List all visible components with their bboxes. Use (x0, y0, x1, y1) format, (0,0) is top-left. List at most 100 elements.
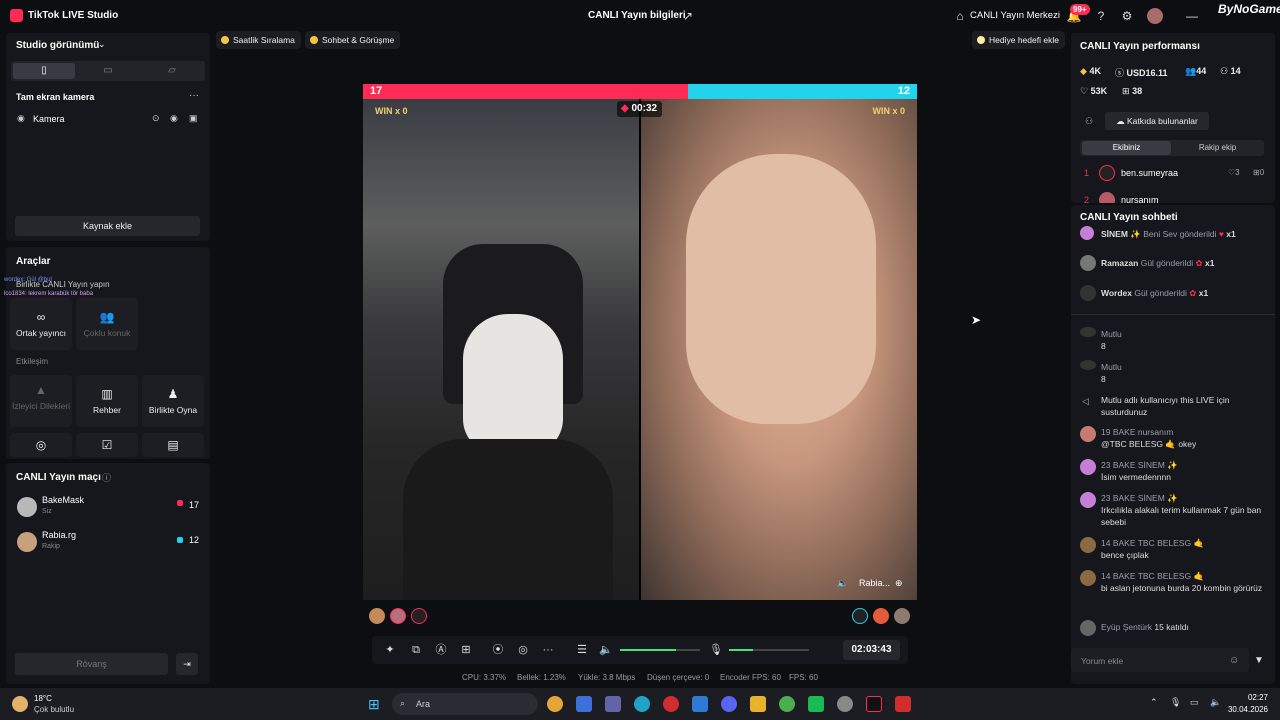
app-icon[interactable] (808, 696, 824, 712)
effects-icon[interactable]: ⧉ (409, 643, 423, 657)
studio-view-title[interactable]: Studio görünümü (16, 40, 99, 51)
chat-meet-pill[interactable]: Sohbet & Görüşme (305, 31, 401, 49)
clock-date[interactable]: 30.04.2026 (1222, 705, 1268, 714)
avatar (17, 497, 37, 517)
guide-label: Rehber (93, 405, 121, 415)
hourly-ranking-pill[interactable]: Saatlik Sıralama (216, 31, 301, 49)
teams-icon[interactable] (605, 696, 621, 712)
mail-icon[interactable] (692, 696, 708, 712)
discord-icon[interactable] (721, 696, 737, 712)
opera-icon[interactable] (663, 696, 679, 712)
app-icon[interactable] (576, 696, 592, 712)
gear-icon[interactable]: ⚙ (1119, 8, 1135, 24)
emoji-icon[interactable]: ☺ (1229, 655, 1239, 666)
eye-icon[interactable]: ◉ (170, 113, 178, 124)
volume-icon[interactable]: 🔈 (599, 643, 613, 657)
player-sub: Siz (42, 508, 52, 515)
avatar[interactable] (1147, 8, 1163, 24)
live-info-button[interactable]: CANLI Yayın bilgileri (588, 10, 686, 21)
more-icon[interactable]: ··· (189, 90, 199, 101)
avatar (894, 608, 910, 624)
multi-guest-button[interactable]: 👥 Çoklu konuk (76, 298, 138, 350)
minimize-icon[interactable]: — (1184, 8, 1200, 24)
cpu-stat: CPU: 3.37% (462, 673, 507, 682)
co-host-button[interactable]: ∞ Ortak yayıncı (10, 298, 72, 350)
record-icon[interactable]: ⦿ (491, 643, 505, 657)
edge-icon[interactable] (634, 696, 650, 712)
viewer-requests-button[interactable]: ▲ İzleyici Dilekleri (10, 375, 72, 427)
cursor-icon: ➤ (971, 313, 982, 327)
upload-stat: Yükle: 3.8 Mbps (578, 673, 636, 682)
chat-text: bence çıplak (1101, 550, 1149, 560)
weather-text[interactable]: Çok bulutlu (34, 705, 74, 714)
mic-icon[interactable]: 🎙 (709, 643, 723, 657)
folder-icon[interactable] (750, 696, 766, 712)
gift-message: Wordex Gül gönderildi ✿ x1 (1101, 287, 1271, 299)
search-box[interactable] (392, 693, 538, 715)
chevron-down-icon[interactable]: ⌄ (98, 39, 106, 50)
contributors-button[interactable]: ☁ Katkıda bulunanlar (1105, 112, 1209, 130)
avatar (1080, 226, 1094, 240)
player-score: 17 (189, 500, 200, 510)
avatar (852, 608, 868, 624)
play-together-button[interactable]: ♟ Birlikte Oyna (142, 375, 204, 427)
settings-icon[interactable]: ⊙ (152, 113, 160, 124)
share-icon[interactable]: ↗ (680, 8, 696, 24)
chrome-icon[interactable] (547, 696, 563, 712)
people-icon: 👥 (99, 310, 115, 324)
sliders-icon[interactable]: ☰ (575, 643, 589, 657)
mic-slider[interactable] (729, 649, 809, 651)
youtube-icon[interactable] (895, 696, 911, 712)
bulb-icon (977, 36, 985, 44)
portrait-tab[interactable]: ▯ (13, 63, 75, 79)
camera-source[interactable]: Kamera (33, 114, 65, 124)
live-center-button[interactable]: CANLI Yayın Merkezi (970, 10, 1060, 21)
scene-title[interactable]: Tam ekran kamera (16, 92, 94, 102)
search-placeholder[interactable]: Ara (416, 699, 430, 709)
rematch-button[interactable]: Rövanş (15, 653, 168, 675)
chevron-up-icon[interactable]: ⌃ (1150, 697, 1158, 708)
dual-tab[interactable]: ▱ (141, 63, 203, 79)
tool-button[interactable]: ▤ (142, 433, 204, 457)
landscape-tab[interactable]: ▭ (77, 63, 139, 79)
target-icon[interactable]: ◎ (516, 643, 530, 657)
home-icon[interactable]: ⌂ (952, 8, 968, 24)
target-icon: ◎ (35, 438, 47, 452)
speaker-icon[interactable]: 🔈 (837, 578, 848, 589)
volume-slider[interactable] (620, 649, 700, 651)
add-icon[interactable]: ⊕ (895, 578, 903, 589)
more-icon[interactable]: ··· (541, 643, 555, 657)
comment-input[interactable]: Yorum ekle (1081, 656, 1123, 666)
volume-icon[interactable]: 🔈 (1210, 697, 1221, 708)
mic-icon[interactable]: 🎙 (1170, 697, 1181, 708)
gift-icon: ♥ (1218, 229, 1224, 239)
clock-time[interactable]: 02:27 (1228, 693, 1268, 702)
windows-start-icon[interactable]: ⊞ (368, 696, 384, 712)
tab-our-team[interactable]: Ekibiniz (1082, 141, 1171, 155)
tab-rival-team[interactable]: Rakip ekip (1173, 141, 1262, 155)
viewer-requests-label: İzleyici Dilekleri (11, 401, 71, 411)
tiktok-icon[interactable] (866, 696, 882, 712)
add-source-button[interactable]: Kaynak ekle (15, 216, 200, 236)
manage-users-icon[interactable]: ⚇ (1085, 116, 1093, 127)
display-icon[interactable]: ▭ (1190, 697, 1199, 708)
info-icon[interactable]: ⓘ (102, 471, 111, 484)
opponent-tag[interactable]: Rabia... (859, 578, 890, 588)
magic-wand-icon[interactable]: ✦ (383, 643, 397, 657)
help-icon[interactable]: ? (1093, 8, 1109, 24)
lock-icon[interactable]: ▣ (189, 113, 198, 124)
viewers-value: 44 (1196, 66, 1207, 76)
ai-icon[interactable]: Ⓐ (434, 643, 448, 657)
tool-button[interactable]: ☑ (76, 433, 138, 457)
gift-goal-pill[interactable]: Hediye hedefi ekle (972, 31, 1065, 49)
add-frame-icon[interactable]: ⊞ (459, 643, 473, 657)
contributor-likes: ♡3 (1228, 168, 1240, 177)
gift-message: Ramazan Gül gönderildi ✿ x1 (1101, 257, 1271, 269)
exit-icon[interactable]: ⇥ (176, 653, 198, 675)
tool-button[interactable]: ◎ (10, 433, 72, 457)
chrome-icon[interactable] (779, 696, 795, 712)
filter-icon[interactable]: ▼ (1254, 655, 1264, 666)
app-icon[interactable] (837, 696, 853, 712)
chat-text: bi aslan jetonuna burda 20 kombin görürü… (1101, 583, 1263, 593)
guide-button[interactable]: ▥ Rehber (76, 375, 138, 427)
